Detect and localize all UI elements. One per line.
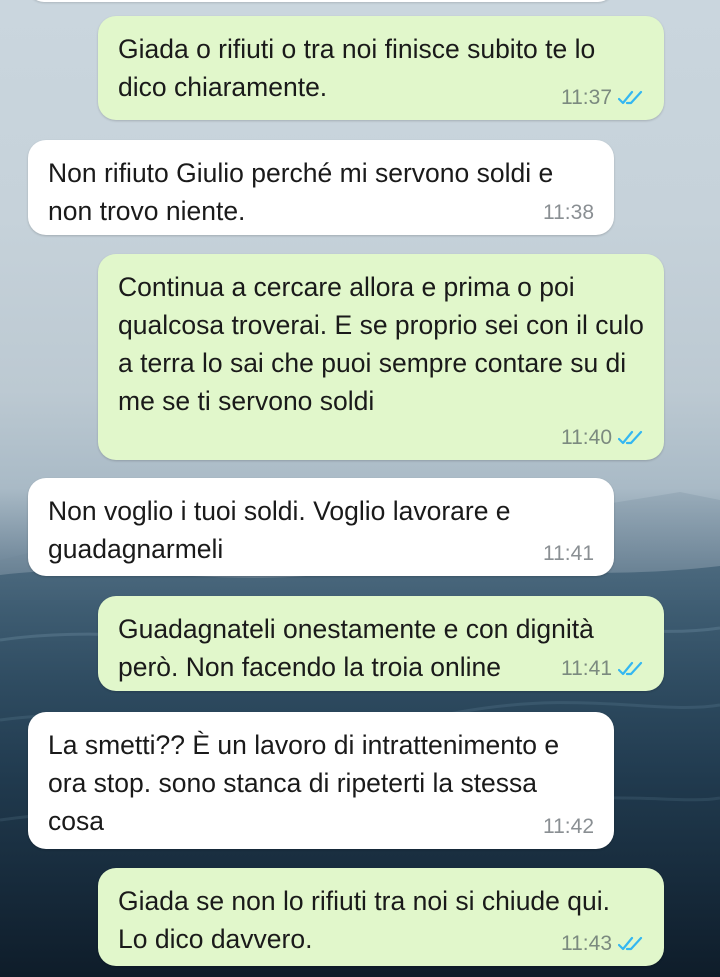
message-text: Non rifiuto Giulio perché mi servono sol…: [48, 158, 554, 226]
message-meta: 11:37: [561, 86, 644, 110]
chat-message-list[interactable]: Giada o rifiuti o tra noi finisce subito…: [0, 0, 720, 977]
message-text: La smetti?? È un lavoro di intrattenimen…: [48, 730, 560, 836]
incoming-message-bubble[interactable]: Non rifiuto Giulio perché mi servono sol…: [28, 140, 614, 235]
message-meta: 11:41: [561, 657, 644, 681]
previous-message-bubble-edge: [28, 0, 614, 2]
message-text: Continua a cercare allora e prima o poi …: [118, 272, 644, 416]
message-meta: 11:38: [543, 201, 594, 225]
outgoing-message-bubble[interactable]: Giada o rifiuti o tra noi finisce subito…: [98, 16, 664, 120]
incoming-message-bubble[interactable]: La smetti?? È un lavoro di intrattenimen…: [28, 712, 614, 849]
message-meta: 11:40: [561, 426, 644, 450]
message-time: 11:37: [561, 86, 612, 109]
message-time: 11:40: [561, 426, 612, 449]
message-text: Non voglio i tuoi soldi. Voglio lavorare…: [48, 496, 511, 564]
message-time: 11:41: [561, 657, 612, 680]
outgoing-message-bubble[interactable]: Continua a cercare allora e prima o poi …: [98, 254, 664, 460]
outgoing-message-bubble[interactable]: Giada se non lo rifiuti tra noi si chiud…: [98, 868, 664, 966]
double-check-read-icon: [618, 936, 644, 952]
message-meta: 11:43: [561, 932, 644, 956]
message-meta: 11:41: [543, 542, 594, 566]
message-meta: 11:42: [543, 815, 594, 839]
message-time: 11:41: [543, 542, 594, 565]
message-time: 11:42: [543, 815, 594, 838]
outgoing-message-bubble[interactable]: Guadagnateli onestamente e con dignità p…: [98, 596, 664, 691]
message-time: 11:43: [561, 932, 612, 955]
double-check-read-icon: [618, 90, 644, 106]
message-time: 11:38: [543, 201, 594, 224]
double-check-read-icon: [618, 430, 644, 446]
double-check-read-icon: [618, 661, 644, 677]
incoming-message-bubble[interactable]: Non voglio i tuoi soldi. Voglio lavorare…: [28, 478, 614, 576]
